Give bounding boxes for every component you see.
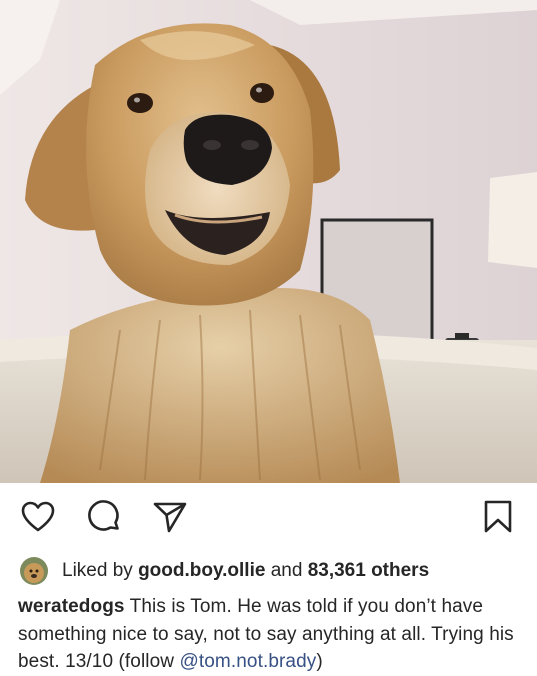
comment-bubble-icon (88, 500, 119, 531)
dog-avatar-icon (20, 557, 48, 585)
post-photo[interactable] (0, 0, 537, 483)
like-button[interactable] (18, 497, 58, 537)
post-caption: weratedogs This is Tom. He was told if y… (18, 593, 523, 676)
likes-middle: and (270, 560, 303, 581)
share-button[interactable] (150, 497, 190, 537)
likes-count[interactable]: 83,361 others (308, 560, 429, 582)
dog-photo-illustration (0, 0, 537, 483)
paper-plane-icon (153, 502, 187, 533)
comment-button[interactable] (84, 497, 124, 537)
caption-mention-link[interactable]: @tom.not.brady (180, 651, 317, 672)
liker-username[interactable]: good.boy.ollie (138, 560, 265, 582)
save-button[interactable] (478, 497, 518, 537)
heart-icon (21, 501, 55, 532)
bookmark-icon (484, 500, 512, 533)
likes-prefix: Liked by (62, 560, 133, 581)
caption-closing: ) (316, 651, 323, 672)
caption-username[interactable]: weratedogs (18, 596, 125, 617)
liker-avatar[interactable] (20, 557, 48, 585)
likes-summary: Liked by good.boy.ollie and 83,361 other… (20, 556, 429, 586)
post-action-bar (0, 483, 537, 551)
